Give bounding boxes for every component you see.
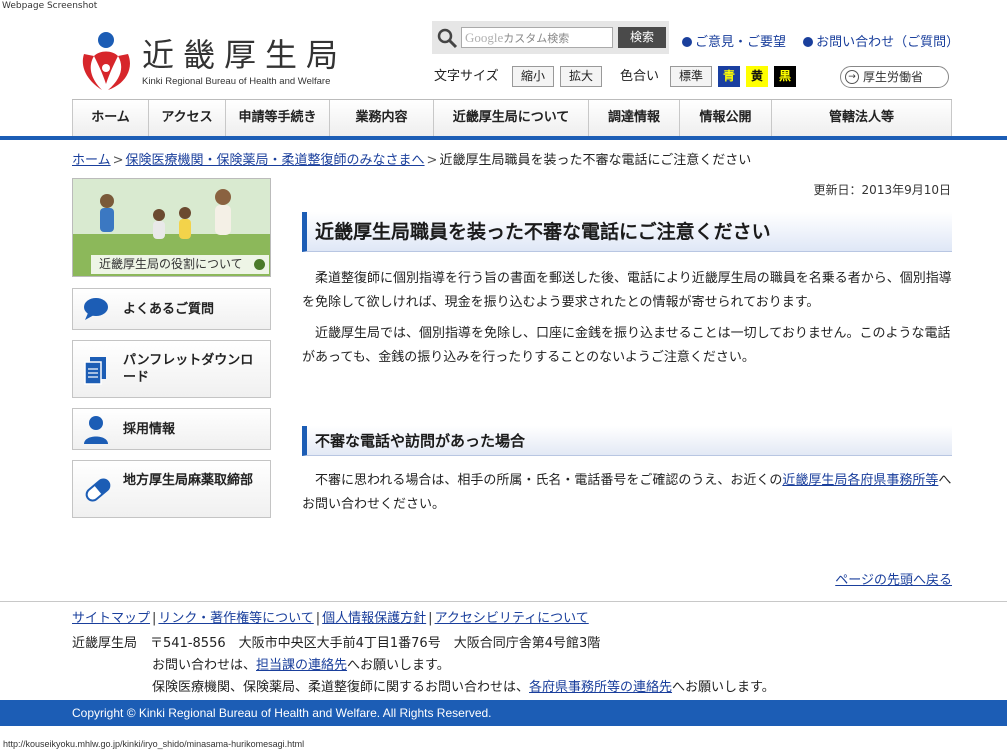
footer-copyright-link[interactable]: リンク・著作権等について xyxy=(158,611,313,626)
page-url: http://kouseikyoku.mhlw.go.jp/kinki/iryo… xyxy=(3,739,305,749)
color-standard-button[interactable]: 標準 xyxy=(670,66,712,87)
mhlw-link-button[interactable]: → 厚生労働省 xyxy=(840,66,949,88)
breadcrumb-separator: > xyxy=(426,153,438,168)
footer-accessibility-link[interactable]: アクセシビリティについて xyxy=(435,611,589,626)
search-button[interactable]: 検索 xyxy=(618,27,666,48)
sidebar-faq-label: よくあるご質問 xyxy=(123,302,215,317)
color-label: 色合い xyxy=(620,69,660,84)
footer-contact-2: 保険医療機関、保険薬局、柔道整復師に関するお問い合わせは、各府県事務所等の連絡先… xyxy=(152,680,775,695)
role-banner[interactable]: 近畿厚生局の役割について xyxy=(72,178,271,277)
search-input[interactable]: Googleカスタム検索 xyxy=(461,27,613,48)
nav-corporations[interactable]: 管轄法人等 xyxy=(772,100,952,137)
logo-mark-icon xyxy=(82,32,130,90)
color-yellow-button[interactable]: 黄 xyxy=(746,66,768,87)
nav-applications[interactable]: 申請等手続き xyxy=(226,100,330,137)
breadcrumb-home[interactable]: ホーム xyxy=(72,153,111,168)
section-heading: 不審な電話や訪問があった場合 xyxy=(302,426,952,456)
copyright: Copyright © Kinki Regional Bureau of Hea… xyxy=(0,700,1007,726)
arrow-icon xyxy=(254,259,265,270)
sidebar-recruit-label: 採用情報 xyxy=(123,422,176,437)
sidebar-faq-button[interactable]: よくあるご質問 xyxy=(72,288,271,330)
sidebar-narcotics-label: 地方厚生局麻薬取締部 xyxy=(123,473,254,488)
nav-about[interactable]: 近畿厚生局について xyxy=(434,100,589,137)
paragraph-1: 柔道整復師に個別指導を行う旨の書面を郵送した後、電話により近畿厚生局の職員を名乗… xyxy=(302,271,952,310)
search-placeholder-brand: Google xyxy=(465,30,504,45)
nav-procurement[interactable]: 調達情報 xyxy=(589,100,680,137)
bullet-icon xyxy=(682,37,692,47)
sidebar-recruit-button[interactable]: 採用情報 xyxy=(72,408,271,450)
sidebar-pamphlet-button[interactable]: パンフレットダウンロード xyxy=(72,340,271,398)
paragraph-3: 不審に思われる場合は、相手の所属・氏名・電話番号をご確認のうえ、お近くの近畿厚生… xyxy=(302,473,952,512)
nav-services[interactable]: 業務内容 xyxy=(330,100,434,137)
site-logo[interactable]: 近畿厚生局 Kinki Regional Bureau of Health an… xyxy=(76,28,366,94)
footer-contact-1: お問い合わせは、担当課の連絡先へお願いします。 xyxy=(152,658,450,673)
header-divider xyxy=(0,136,1007,140)
person-icon xyxy=(84,416,108,444)
header-links: ご意見・ご要望 お問い合わせ（ご質問） xyxy=(682,31,972,50)
magnifier-icon xyxy=(437,28,458,49)
global-nav: ホーム アクセス 申請等手続き 業務内容 近畿厚生局について 調達情報 情報公開… xyxy=(72,99,952,137)
breadcrumb-separator: > xyxy=(112,153,124,168)
bullet-icon xyxy=(803,37,814,47)
footer-address: 近畿厚生局 〒541-8556 大阪市中央区大手前4丁目1番76号 大阪合同庁舎… xyxy=(72,636,601,651)
department-contact-link[interactable]: 担当課の連絡先 xyxy=(256,658,347,673)
color-blue-button[interactable]: 青 xyxy=(718,66,740,87)
contact-link[interactable]: お問い合わせ（ご質問） xyxy=(803,35,959,50)
footer-sitemap-link[interactable]: サイトマップ xyxy=(72,611,150,626)
nav-disclosure[interactable]: 情報公開 xyxy=(680,100,772,137)
footer-privacy-link[interactable]: 個人情報保護方針 xyxy=(322,611,426,626)
capsule-icon xyxy=(85,478,111,502)
screenshot-label: Webpage Screenshot xyxy=(2,1,98,11)
feedback-link[interactable]: ご意見・ご要望 xyxy=(682,35,786,50)
banner-caption: 近畿厚生局の役割について xyxy=(91,255,269,274)
logo-title-jp: 近畿厚生局 xyxy=(142,36,348,74)
font-size-label: 文字サイズ xyxy=(434,69,499,84)
sidebar-pamphlet-label: パンフレットダウンロード xyxy=(123,353,254,385)
logo-title-en: Kinki Regional Bureau of Health and Welf… xyxy=(142,76,331,87)
page-top-link[interactable]: ページの先頭へ戻る xyxy=(835,569,952,588)
sidebar-narcotics-button[interactable]: 地方厚生局麻薬取締部 xyxy=(72,460,271,518)
office-contact-link[interactable]: 各府県事務所等の連絡先 xyxy=(529,680,672,695)
footer-org: 近畿厚生局 xyxy=(72,636,138,651)
speech-bubble-icon xyxy=(84,298,108,320)
search-placeholder-text: カスタム検索 xyxy=(503,32,570,45)
updated-date: 更新日：2013年9月10日 xyxy=(813,183,951,197)
color-black-button[interactable]: 黒 xyxy=(774,66,796,87)
breadcrumb-current: 近畿厚生局職員を装った不審な電話にご注意ください xyxy=(439,153,752,168)
footer-divider xyxy=(0,601,1007,602)
nav-home[interactable]: ホーム xyxy=(72,100,149,137)
breadcrumb: ホーム > 保険医療機関・保険薬局・柔道整復師のみなさまへ > 近畿厚生局職員を装った不… xyxy=(72,149,751,168)
arrow-right-icon: → xyxy=(845,70,859,84)
regional-offices-link[interactable]: 近畿厚生局各府県事務所等 xyxy=(782,473,938,488)
font-smaller-button[interactable]: 縮小 xyxy=(512,66,554,87)
breadcrumb-parent[interactable]: 保険医療機関・保険薬局・柔道整復師のみなさまへ xyxy=(126,153,425,168)
search-box: Googleカスタム検索 検索 xyxy=(432,21,669,54)
document-stack-icon xyxy=(84,357,106,385)
paragraph-2: 近畿厚生局では、個別指導を免除し、口座に金銭を振り込ませることは一切しておりませ… xyxy=(302,326,951,365)
footer-links: サイトマップ | リンク・著作権等について | 個人情報保護方針 | アクセシビリティについ… xyxy=(72,611,589,626)
page-title: 近畿厚生局職員を装った不審な電話にご注意ください xyxy=(302,212,952,252)
nav-access[interactable]: アクセス xyxy=(149,100,226,137)
font-larger-button[interactable]: 拡大 xyxy=(560,66,602,87)
